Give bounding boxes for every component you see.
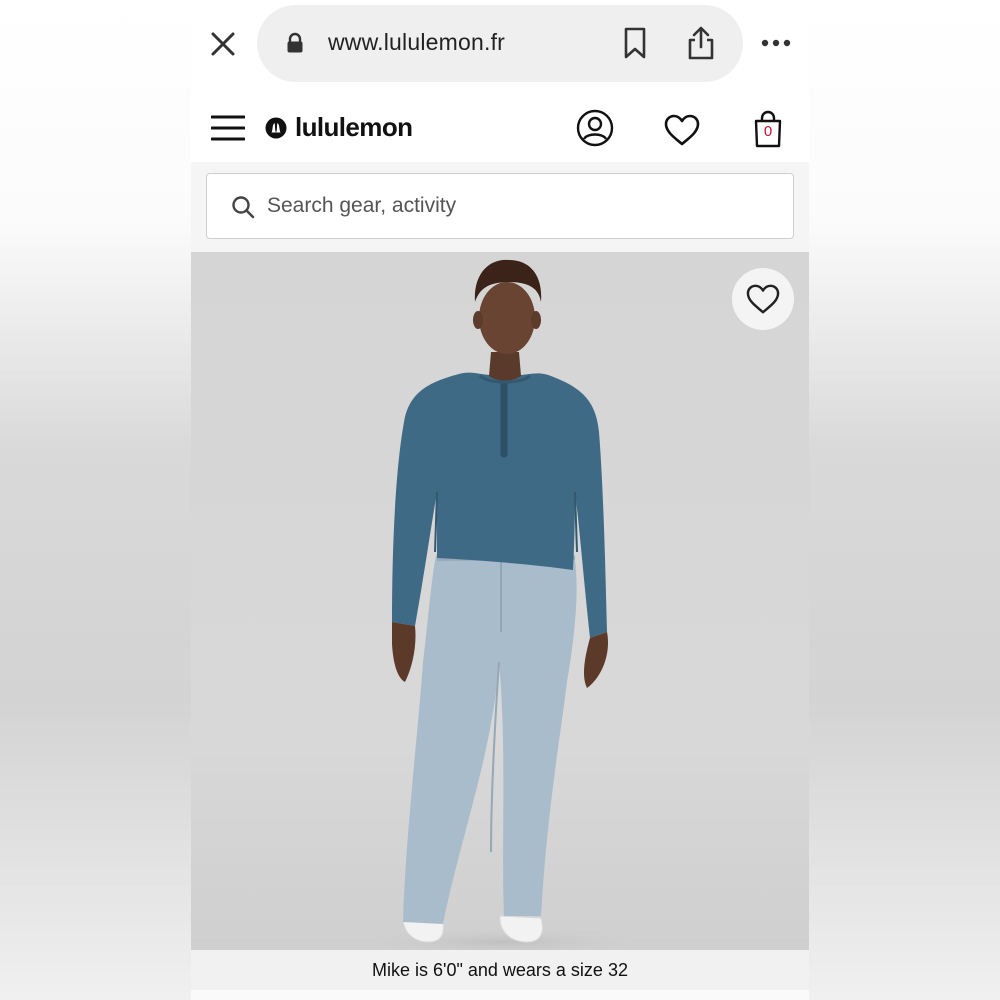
bookmark-icon[interactable]	[622, 27, 648, 59]
url-text: www.lululemon.fr	[328, 29, 506, 55]
lululemon-logo-icon[interactable]	[265, 117, 287, 139]
mobile-viewport: www.lululemon.fr lululemon 0 Search gear…	[191, 0, 809, 1000]
heart-icon	[746, 284, 780, 314]
heart-icon[interactable]	[663, 113, 701, 147]
more-button[interactable]	[759, 30, 793, 56]
model-size-caption: Mike is 6'0" and wears a size 32	[191, 950, 809, 990]
product-image[interactable]	[191, 252, 809, 950]
site-header: lululemon 0	[191, 88, 809, 162]
page-bottom-edge	[191, 990, 809, 1000]
search-section: Search gear, activity	[191, 162, 809, 252]
favorite-button[interactable]	[732, 268, 794, 330]
close-button[interactable]	[207, 28, 239, 60]
more-icon	[761, 39, 791, 47]
account-icon[interactable]	[576, 109, 614, 147]
search-placeholder: Search gear, activity	[267, 194, 457, 217]
model-photo	[191, 252, 809, 950]
lululemon-logo-text[interactable]: lululemon	[295, 112, 413, 143]
search-icon	[232, 196, 255, 219]
close-icon	[211, 32, 235, 56]
address-bar[interactable]: www.lululemon.fr	[257, 5, 743, 82]
shopping-bag-button[interactable]: 0	[753, 110, 783, 148]
lock-icon	[287, 32, 303, 53]
share-icon[interactable]	[686, 25, 716, 61]
hamburger-menu-icon[interactable]	[211, 114, 245, 142]
bag-count-badge: 0	[763, 123, 773, 140]
search-input[interactable]: Search gear, activity	[206, 173, 794, 239]
browser-toolbar: www.lululemon.fr	[191, 0, 809, 88]
